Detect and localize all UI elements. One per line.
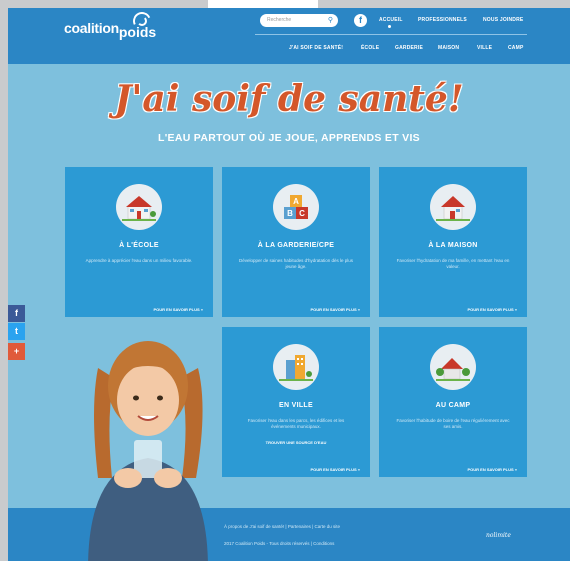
subnav-jai-soif[interactable]: J'AI SOIF DE SANTÉ! bbox=[289, 45, 343, 51]
card-more-link[interactable]: POUR EN SAVOIR PLUS » bbox=[154, 307, 204, 312]
footer-links[interactable]: À propos de J'ai soif de santé! | Parten… bbox=[224, 524, 340, 529]
twitter-share-button[interactable]: t bbox=[8, 323, 25, 340]
googleplus-share-button[interactable]: + bbox=[8, 343, 25, 360]
card-description: Développer de saines habitudes d'hydrata… bbox=[239, 258, 353, 269]
subnav-garderie[interactable]: GARDERIE bbox=[395, 45, 423, 51]
page: coalitionpoids Recherche ⚲ f ACCUEIL PROF… bbox=[8, 8, 570, 561]
facebook-share-button[interactable]: f bbox=[8, 305, 25, 322]
svg-text:A: A bbox=[293, 197, 299, 206]
card-more-link[interactable]: POUR EN SAVOIR PLUS » bbox=[468, 467, 518, 472]
hero-title: J'ai soif de santé! bbox=[114, 78, 464, 120]
logo-text-poids: poids bbox=[118, 24, 157, 40]
abc-blocks-icon: ABC bbox=[273, 184, 319, 230]
subnav-ville[interactable]: VILLE bbox=[477, 45, 492, 51]
browser-top-strip bbox=[0, 0, 570, 8]
card-camp[interactable]: AU CAMP Favoriser l'habitude de boire de… bbox=[379, 327, 527, 477]
card-description: Favoriser l'hydratation de ma famille, e… bbox=[396, 258, 510, 269]
search-icon[interactable]: ⚲ bbox=[328, 16, 333, 24]
girl-with-water-glass-image bbox=[88, 341, 208, 561]
subnav-ecole[interactable]: ÉCOLE bbox=[361, 45, 379, 51]
site-header: coalitionpoids Recherche ⚲ f ACCUEIL PROF… bbox=[8, 8, 570, 64]
card-description: Favoriser l'habitude de boire de l'eau r… bbox=[396, 418, 510, 429]
nav-nous-joindre[interactable]: NOUS JOINDRE bbox=[483, 17, 523, 23]
svg-text:B: B bbox=[287, 209, 293, 218]
camp-icon bbox=[430, 344, 476, 390]
coalition-poids-logo[interactable]: coalitionpoids bbox=[64, 9, 157, 40]
hero-subtitle: L'EAU PARTOUT OÙ JE JOUE, APPRENDS ET VI… bbox=[158, 132, 420, 144]
nav-accueil[interactable]: ACCUEIL bbox=[379, 17, 403, 28]
card-title: À LA MAISON bbox=[428, 242, 478, 249]
house-icon bbox=[430, 184, 476, 230]
logo-text-coalition: coalition bbox=[64, 20, 119, 36]
card-ville[interactable]: EN VILLE Favoriser l'eau dans les parcs,… bbox=[222, 327, 370, 477]
card-ecole[interactable]: À L'ÉCOLE Apprendre à apprécier l'eau da… bbox=[65, 167, 213, 317]
active-indicator-dot bbox=[388, 25, 391, 28]
agency-signature[interactable]: nolimite bbox=[486, 532, 511, 539]
search-placeholder: Recherche bbox=[267, 17, 292, 23]
card-title: AU CAMP bbox=[435, 402, 471, 409]
card-title: À LA GARDERIE/CPE bbox=[257, 242, 335, 249]
card-description: Favoriser l'eau dans les parcs, les édif… bbox=[247, 418, 345, 429]
card-title: EN VILLE bbox=[279, 402, 313, 409]
nav-divider bbox=[255, 34, 527, 35]
subnav-camp[interactable]: CAMP bbox=[508, 45, 524, 51]
browser-tab bbox=[208, 0, 318, 8]
nav-professionnels[interactable]: PROFESSIONNELS bbox=[418, 17, 467, 23]
subnav-maison[interactable]: MAISON bbox=[438, 45, 459, 51]
card-maison[interactable]: À LA MAISON Favoriser l'hydratation de m… bbox=[379, 167, 527, 317]
svg-text:C: C bbox=[299, 209, 305, 218]
find-water-link[interactable]: TROUVER UNE SOURCE D'EAU bbox=[222, 440, 370, 445]
card-title: À L'ÉCOLE bbox=[119, 242, 159, 249]
card-more-link[interactable]: POUR EN SAVOIR PLUS » bbox=[311, 467, 361, 472]
card-description: Apprendre à apprécier l'eau dans un mili… bbox=[85, 258, 193, 263]
search-input[interactable]: Recherche ⚲ bbox=[260, 14, 338, 27]
city-icon bbox=[273, 344, 319, 390]
school-icon bbox=[116, 184, 162, 230]
card-garderie[interactable]: ABC À LA GARDERIE/CPE Développer de sain… bbox=[222, 167, 370, 317]
card-more-link[interactable]: POUR EN SAVOIR PLUS » bbox=[311, 307, 361, 312]
card-more-link[interactable]: POUR EN SAVOIR PLUS » bbox=[468, 307, 518, 312]
facebook-icon[interactable]: f bbox=[354, 14, 367, 27]
footer-copyright: 2017 Coalition Poids - Tous droits réser… bbox=[224, 541, 335, 546]
